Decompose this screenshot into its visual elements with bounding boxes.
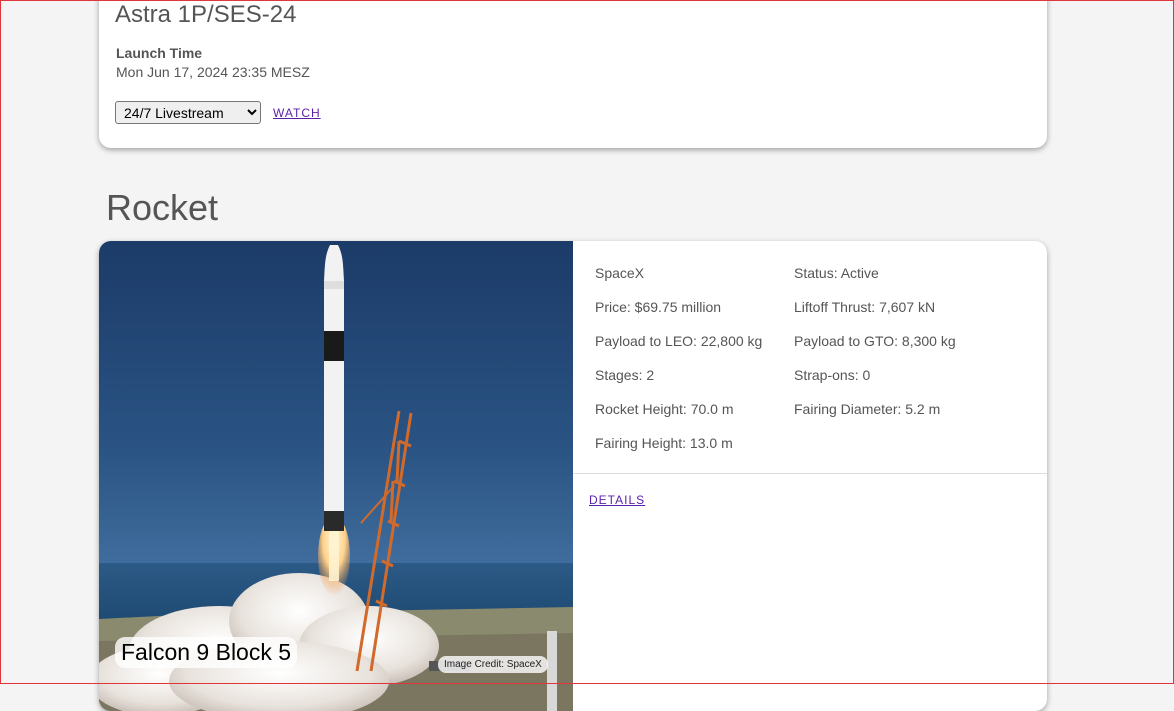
spec-price: Price: $69.75 million — [595, 299, 722, 315]
rocket-name-label: Falcon 9 Block 5 — [115, 637, 298, 668]
spec-stages: Stages: 2 — [595, 367, 655, 383]
spec-payload-leo: Payload to LEO: 22,800 kg — [595, 333, 763, 349]
spec-payload-gto: Payload to GTO: 8,300 kg — [794, 333, 956, 349]
launch-time-label: Launch Time — [116, 45, 203, 61]
watch-link[interactable]: WATCH — [273, 106, 321, 120]
spec-fairing-diameter: Fairing Diameter: 5.2 m — [794, 401, 941, 417]
spec-strap-ons: Strap-ons: 0 — [794, 367, 871, 383]
launch-title: Astra 1P/SES-24 — [115, 1, 297, 28]
launch-time-value: Mon Jun 17, 2024 23:35 MESZ — [116, 64, 310, 80]
section-title-rocket: Rocket — [106, 187, 219, 228]
rocket-card: Falcon 9 Block 5 Image Credit: SpaceX Sp… — [99, 241, 1047, 711]
launch-card: Astra 1P/SES-24 Launch Time Mon Jun 17, … — [99, 0, 1047, 148]
image-credit-label: Image Credit: SpaceX — [438, 656, 548, 673]
spec-status: Status: Active — [794, 265, 879, 281]
spec-rocket-height: Rocket Height: 70.0 m — [595, 401, 734, 417]
spec-fairing-height: Fairing Height: 13.0 m — [595, 435, 733, 451]
spec-liftoff-thrust: Liftoff Thrust: 7,607 kN — [794, 299, 936, 315]
rocket-image: Falcon 9 Block 5 Image Credit: SpaceX — [99, 241, 573, 711]
spec-manufacturer: SpaceX — [595, 265, 645, 281]
livestream-select[interactable]: 24/7 Livestream — [115, 101, 261, 124]
specs-divider — [573, 473, 1047, 474]
details-link[interactable]: DETAILS — [589, 493, 645, 507]
